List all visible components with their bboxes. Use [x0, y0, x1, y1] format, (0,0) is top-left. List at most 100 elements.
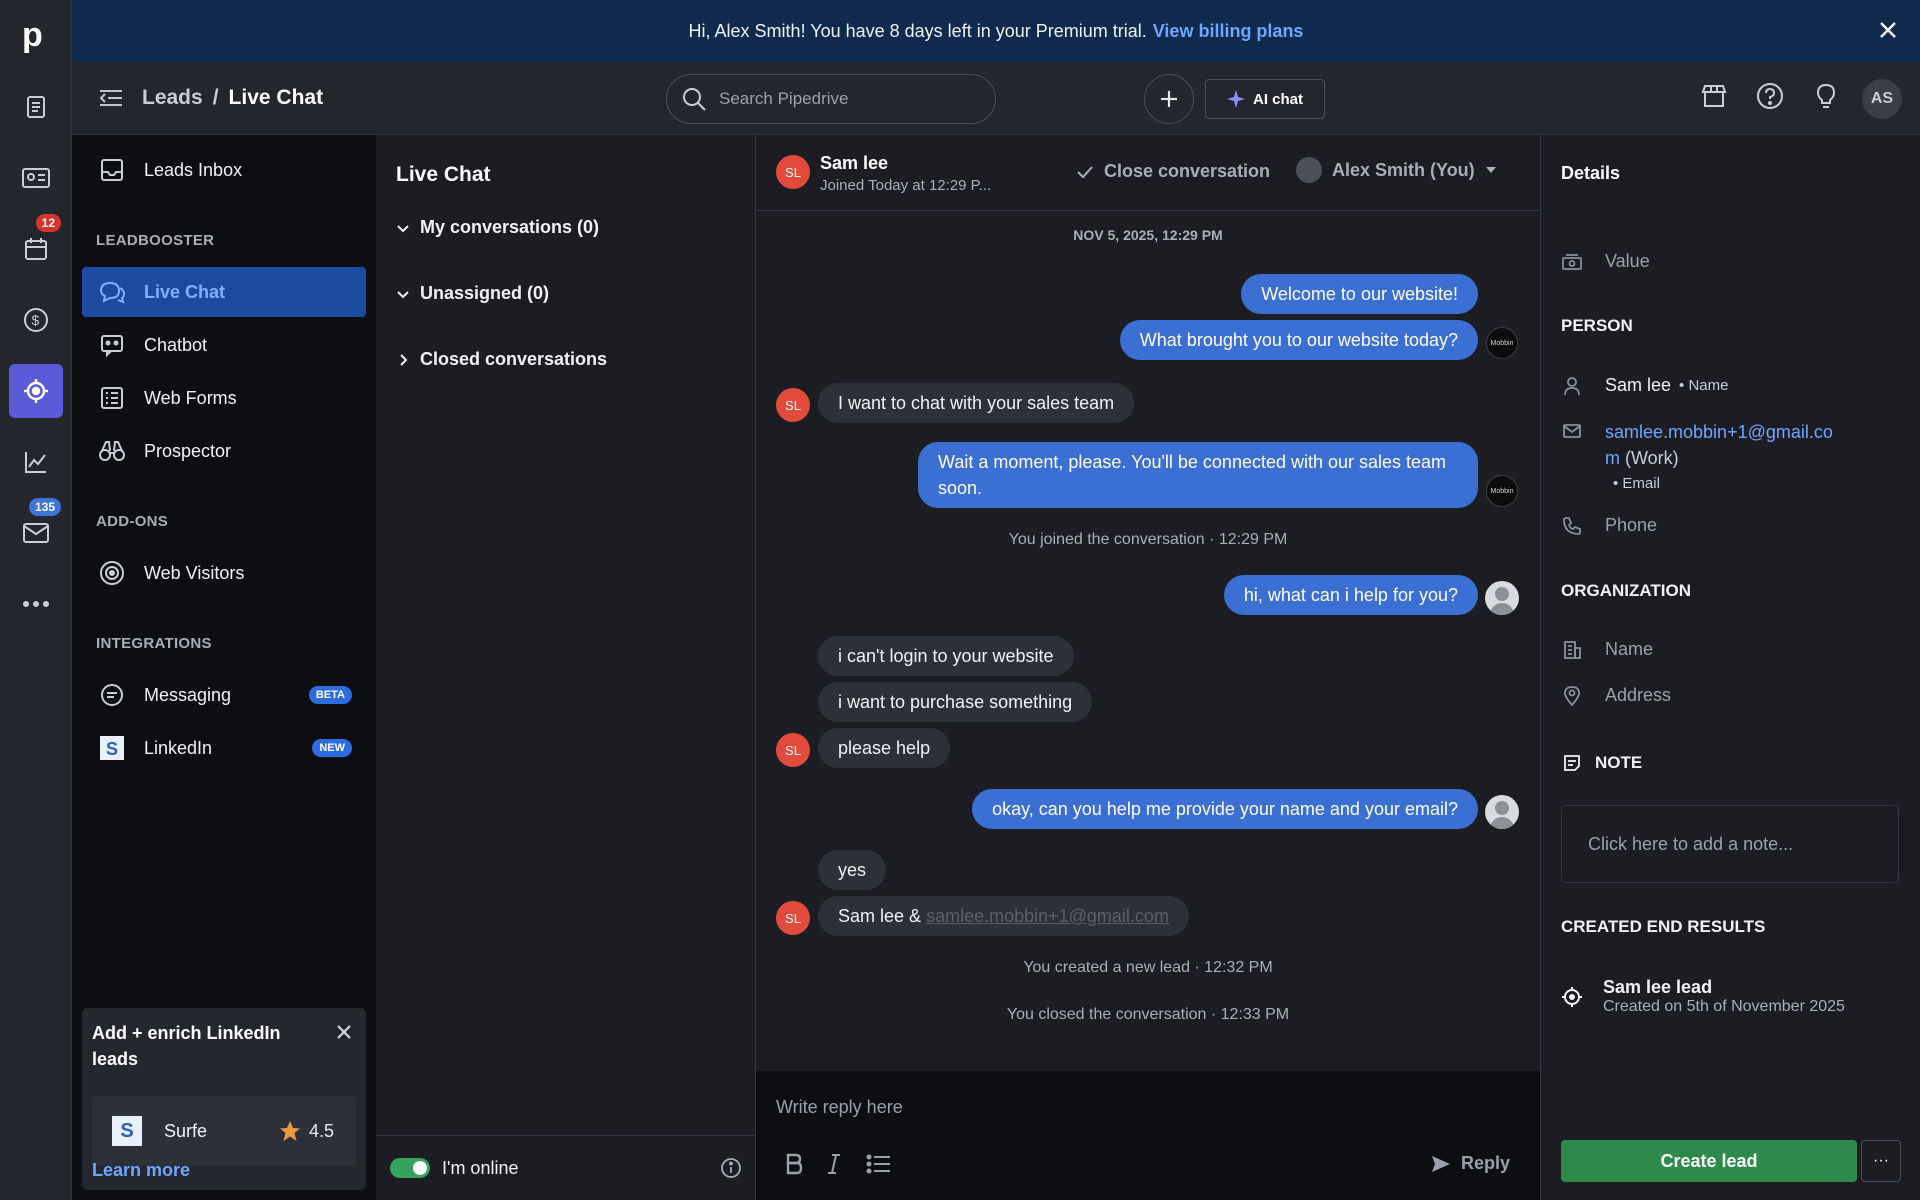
- sidebar-item-web-visitors[interactable]: Web Visitors: [82, 548, 366, 598]
- surfe-app-card[interactable]: S Surfe 4.5: [92, 1096, 356, 1166]
- message-outgoing: okay, can you help me provide your name …: [972, 789, 1478, 829]
- sidebar-item-prospector[interactable]: Prospector: [82, 426, 366, 476]
- value-field[interactable]: Value: [1561, 251, 1650, 272]
- reply-input[interactable]: Write reply here: [776, 1097, 903, 1118]
- info-icon[interactable]: [720, 1157, 742, 1179]
- user-avatar[interactable]: AS: [1862, 79, 1902, 119]
- sidebar-item-chatbot[interactable]: Chatbot: [82, 320, 366, 370]
- nav-deals-icon[interactable]: $: [9, 293, 63, 347]
- message-outgoing: What brought you to our website today?: [1119, 320, 1478, 360]
- sidebar-item-label: Live Chat: [144, 281, 226, 302]
- sidebar-item-live-chat[interactable]: Live Chat: [82, 267, 366, 317]
- sidebar-item-leads-inbox[interactable]: Leads Inbox: [82, 145, 366, 195]
- search-placeholder: Search Pipedrive: [719, 89, 849, 108]
- group-my-conversations[interactable]: My conversations (0): [396, 217, 599, 238]
- group-label: Closed conversations: [420, 349, 608, 369]
- panel-title: Live Chat: [396, 163, 491, 186]
- system-message: You closed the conversation · 12:33 PM: [1006, 1006, 1290, 1023]
- binoculars-icon: [98, 438, 126, 464]
- ai-chat-button[interactable]: AI chat: [1205, 79, 1325, 119]
- organization-name-field[interactable]: Name: [1561, 639, 1653, 660]
- message-incoming: please help: [818, 728, 951, 768]
- nav-mail-icon[interactable]: 135: [9, 498, 63, 560]
- search-input[interactable]: Search Pipedrive: [666, 74, 996, 124]
- visitor-avatar: SL: [776, 733, 810, 767]
- organization-address-field[interactable]: Address: [1561, 685, 1671, 706]
- sidebar-item-messaging[interactable]: Messaging BETA: [82, 670, 366, 720]
- section-integrations: INTEGRATIONS: [96, 635, 212, 652]
- plus-icon: [1161, 91, 1177, 107]
- section-leadbooster: LEADBOOSTER: [96, 232, 215, 249]
- message-incoming: i can't login to your website: [818, 636, 1074, 676]
- bullet-list-icon[interactable]: [866, 1153, 892, 1175]
- marketplace-icon[interactable]: [1700, 82, 1728, 110]
- close-icon[interactable]: [1878, 20, 1898, 40]
- collapse-menu-icon[interactable]: [98, 88, 124, 108]
- chevron-right-icon: [396, 353, 410, 367]
- online-toggle[interactable]: [390, 1158, 430, 1178]
- breadcrumb-leads[interactable]: Leads: [142, 86, 203, 110]
- owner-selector[interactable]: Alex Smith (You): [1296, 157, 1497, 183]
- promo-title: Add + enrich LinkedIn leads: [92, 1023, 281, 1069]
- message-email[interactable]: samlee.mobbin+1@gmail.com: [926, 906, 1169, 926]
- close-icon[interactable]: [336, 1024, 352, 1040]
- nav-activities-icon[interactable]: 12: [9, 214, 63, 276]
- reply-composer: Write reply here Reply: [756, 1071, 1540, 1200]
- visitor-avatar: SL: [776, 901, 810, 935]
- breadcrumb-separator: /: [212, 86, 219, 109]
- view-billing-plans-link[interactable]: View billing plans: [1153, 21, 1304, 42]
- learn-more-link[interactable]: Learn more: [92, 1160, 190, 1181]
- nav-leadbooster-icon[interactable]: [9, 364, 63, 418]
- visitor-avatar: SL: [776, 388, 810, 422]
- online-status-bar: I'm online: [376, 1135, 756, 1200]
- nav-contacts-icon[interactable]: [9, 151, 63, 205]
- message-icon: [98, 682, 126, 708]
- mail-badge: 135: [28, 498, 61, 516]
- nav-leads-icon[interactable]: [9, 80, 63, 134]
- email-kind: (Work): [1625, 448, 1679, 468]
- quick-add-button[interactable]: [1144, 74, 1194, 124]
- note-input[interactable]: Click here to add a note...: [1561, 805, 1899, 883]
- agent-avatar: [1485, 795, 1519, 829]
- italic-icon[interactable]: [826, 1153, 842, 1175]
- owner-name: Alex Smith (You): [1332, 159, 1475, 180]
- star-icon: [279, 1120, 301, 1142]
- chat-panel: SL Sam lee Joined Today at 12:29 P... Cl…: [756, 135, 1540, 1200]
- person-phone-field[interactable]: Phone: [1561, 515, 1657, 536]
- person-email-field[interactable]: samlee.mobbin+1@gmail.co m (Work) • Emai…: [1561, 419, 1833, 497]
- search-icon: [681, 86, 707, 112]
- message-incoming: I want to chat with your sales team: [818, 383, 1135, 423]
- note-title: NOTE: [1595, 753, 1643, 772]
- email-line-2[interactable]: m: [1605, 448, 1620, 468]
- bold-icon[interactable]: [784, 1153, 804, 1175]
- pipedrive-logo-icon[interactable]: p: [18, 14, 54, 54]
- person-name: Sam lee: [1605, 375, 1672, 395]
- sidebar-item-label: Chatbot: [144, 334, 208, 355]
- nav-insights-icon[interactable]: [9, 435, 63, 489]
- breadcrumb-current: Live Chat: [228, 86, 324, 109]
- lead-title: Sam lee lead: [1603, 977, 1713, 997]
- create-lead-button[interactable]: Create lead: [1561, 1140, 1857, 1182]
- chatbot-avatar: Mobbin: [1486, 475, 1518, 507]
- app-name: Surfe: [164, 1120, 208, 1141]
- sidebar-item-label: Web Visitors: [144, 562, 245, 583]
- close-conversation-button[interactable]: Close conversation: [1076, 161, 1270, 182]
- sidebar-item-web-forms[interactable]: Web Forms: [82, 373, 366, 423]
- created-lead-item[interactable]: Sam lee lead Created on 5th of November …: [1561, 977, 1845, 1016]
- person-icon: [1561, 376, 1583, 396]
- note-section-title: NOTE: [1561, 753, 1642, 773]
- group-unassigned[interactable]: Unassigned (0): [396, 283, 549, 304]
- rating-value: 4.5: [308, 1120, 334, 1141]
- help-icon[interactable]: [1756, 82, 1784, 110]
- sidebar-item-linkedin[interactable]: S LinkedIn NEW: [82, 723, 366, 773]
- trial-banner: Hi, Alex Smith! You have 8 days left in …: [72, 0, 1920, 62]
- group-closed-conversations[interactable]: Closed conversations: [396, 349, 607, 370]
- nav-more-icon[interactable]: [9, 577, 63, 631]
- email-line-1[interactable]: samlee.mobbin+1@gmail.co: [1605, 419, 1833, 445]
- organization-name-label: Name: [1605, 639, 1654, 659]
- reply-button[interactable]: Reply: [1431, 1153, 1510, 1174]
- inbox-icon: [98, 157, 126, 183]
- more-options-button[interactable]: ···: [1861, 1140, 1901, 1182]
- lightbulb-icon[interactable]: [1812, 82, 1840, 110]
- person-name-field[interactable]: Sam lee • Name: [1561, 375, 1728, 396]
